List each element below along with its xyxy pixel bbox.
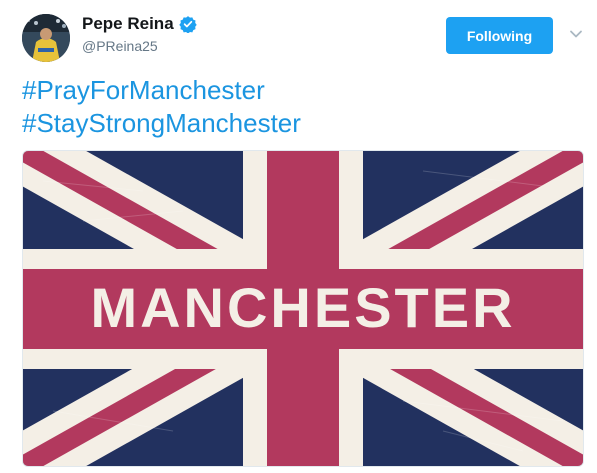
tweet-author: Pepe Reina @PReina25 xyxy=(82,14,197,54)
image-caption-text: MANCHESTER xyxy=(90,276,515,339)
hashtag-link[interactable]: #PrayForManchester xyxy=(22,74,301,107)
tweet-image[interactable]: MANCHESTER xyxy=(22,150,584,467)
avatar[interactable] xyxy=(22,14,70,62)
author-name[interactable]: Pepe Reina xyxy=(82,14,174,34)
hashtag-link[interactable]: #StayStrongManchester xyxy=(22,107,301,140)
union-jack-flag-image: MANCHESTER xyxy=(23,151,583,466)
tweet-text: #PrayForManchester #StayStrongManchester xyxy=(22,74,301,140)
author-handle[interactable]: @PReina25 xyxy=(82,38,197,54)
verified-badge-icon xyxy=(178,15,197,34)
chevron-down-icon[interactable] xyxy=(568,26,584,42)
following-button[interactable]: Following xyxy=(446,17,553,54)
avatar-image xyxy=(22,14,70,62)
